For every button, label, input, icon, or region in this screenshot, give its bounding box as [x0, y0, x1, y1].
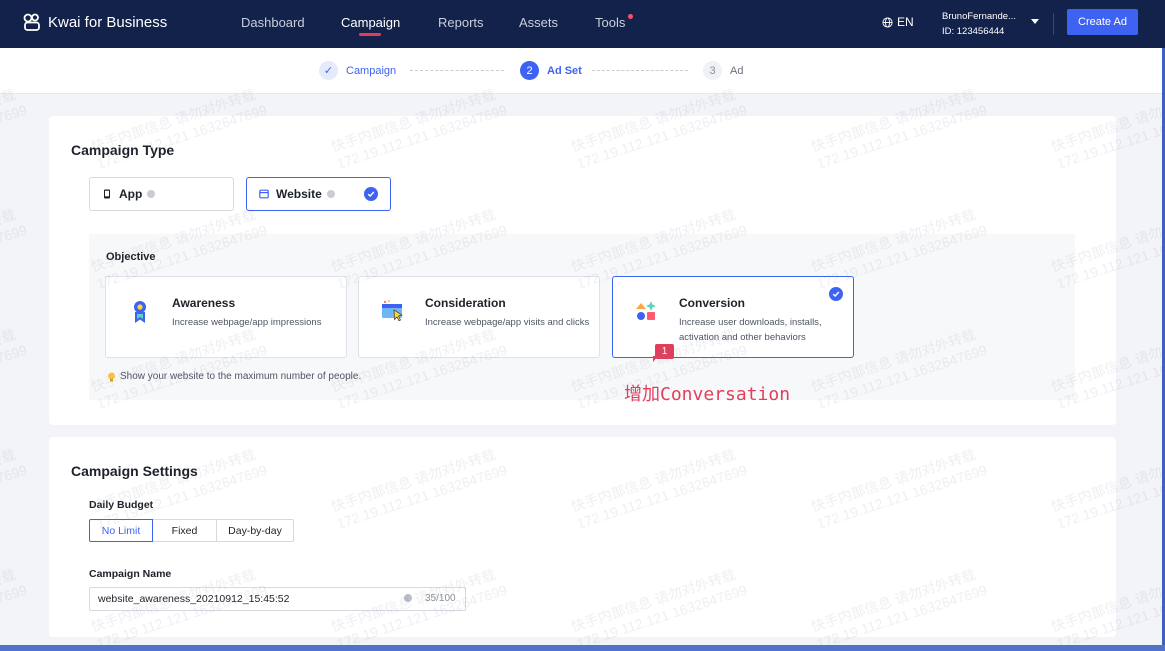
language-label: EN — [897, 15, 914, 29]
clear-icon[interactable] — [404, 594, 412, 602]
budget-day-by-day-button[interactable]: Day-by-day — [216, 519, 294, 542]
watermark-text: 快手内部信息 请勿对外转载172.19.112.121 1632647699 — [0, 86, 29, 171]
step-label: Campaign — [346, 64, 397, 77]
info-icon[interactable] — [147, 190, 156, 198]
awareness-badge-icon — [134, 301, 146, 323]
type-app-label: App — [119, 187, 143, 201]
create-ad-button[interactable]: Create Ad — [1067, 9, 1138, 35]
objective-awareness[interactable]: Awareness Increase webpage/app impressio… — [105, 276, 347, 358]
step-number: 3 — [703, 61, 722, 80]
nav-reports[interactable]: Reports — [438, 15, 484, 30]
nav-dashboard[interactable]: Dashboard — [241, 15, 305, 30]
campaign-name-value: website_awareness_20210912_15:45:52 — [98, 593, 290, 605]
conversion-shapes-icon — [636, 301, 656, 320]
nav-campaign[interactable]: Campaign — [341, 15, 400, 30]
step-label: Ad Set — [547, 64, 582, 77]
watermark-text: 快手内部信息 请勿对外转载172.19.112.121 1632647699 — [0, 566, 29, 651]
annotation-pointer — [653, 356, 658, 362]
step-campaign[interactable]: ✓ Campaign — [319, 61, 396, 80]
campaign-name-label: Campaign Name — [89, 568, 172, 580]
type-website-label: Website — [276, 187, 322, 201]
selected-check-icon — [364, 187, 378, 201]
lightbulb-icon — [108, 372, 115, 381]
user-menu[interactable]: BrunoFernande... ID: 123456444 — [942, 9, 1016, 39]
webpage-icon — [259, 189, 269, 199]
campaign-type-title: Campaign Type — [71, 142, 175, 158]
objective-consideration[interactable]: Consideration Increase webpage/app visit… — [358, 276, 600, 358]
tools-notification-dot — [628, 14, 633, 19]
objective-label: Objective — [106, 251, 156, 263]
consideration-cursor-icon — [382, 299, 403, 322]
kwai-logo-icon — [23, 13, 40, 31]
check-icon: ✓ — [319, 61, 338, 80]
objective-conversion[interactable]: Conversion Increase user downloads, inst… — [612, 276, 854, 358]
chevron-down-icon[interactable] — [1031, 19, 1039, 24]
budget-no-limit-button[interactable]: No Limit — [89, 519, 153, 542]
step-number: 2 — [520, 61, 539, 80]
objective-title: Consideration — [425, 296, 506, 310]
budget-fixed-button[interactable]: Fixed — [152, 519, 217, 542]
step-connector — [592, 70, 688, 71]
phone-icon — [104, 189, 110, 199]
objective-description: Increase webpage/app impressions — [172, 317, 322, 328]
type-app-option[interactable]: App — [89, 177, 234, 211]
annotation-text: 增加Conversation — [624, 384, 791, 405]
watermark-text: 快手内部信息 请勿对外转载172.19.112.121 1632647699 — [0, 326, 29, 411]
watermark-text: 快手内部信息 请勿对外转载172.19.112.121 1632647699 — [0, 206, 29, 291]
objective-description: Increase webpage/app visits and clicks — [425, 317, 590, 328]
language-switch[interactable]: EN — [882, 15, 914, 29]
step-ad[interactable]: 3 Ad — [703, 61, 743, 80]
objective-title: Conversion — [679, 296, 746, 310]
daily-budget-label: Daily Budget — [89, 499, 154, 511]
name-char-counter: 35/100 — [425, 593, 456, 604]
campaign-settings-title: Campaign Settings — [71, 463, 198, 479]
step-bar: ✓ Campaign 2 Ad Set 3 Ad — [0, 48, 1165, 94]
top-nav: Kwai for Business Dashboard Campaign Rep… — [0, 0, 1165, 48]
objective-tip: Show your website to the maximum number … — [107, 371, 361, 382]
brand[interactable]: Kwai for Business — [22, 12, 167, 32]
user-name: BrunoFernande... — [942, 11, 1016, 22]
objective-title: Awareness — [172, 296, 236, 310]
brand-name: Kwai for Business — [48, 13, 168, 31]
active-nav-indicator — [359, 33, 381, 36]
tip-text: Show your website to the maximum number … — [120, 371, 362, 382]
nav-divider — [1053, 13, 1054, 35]
selection-border-bottom — [0, 645, 1165, 651]
step-ad-set[interactable]: 2 Ad Set — [520, 61, 582, 80]
objective-description: Increase user downloads, installs, activ… — [679, 317, 822, 343]
selected-check-icon — [829, 287, 843, 301]
nav-assets[interactable]: Assets — [519, 15, 558, 30]
nav-tools[interactable]: Tools — [595, 15, 625, 30]
daily-budget-selector: No Limit Fixed Day-by-day — [89, 519, 294, 542]
step-connector — [410, 70, 504, 71]
info-icon[interactable] — [326, 190, 335, 198]
user-id: ID: 123456444 — [942, 26, 1005, 37]
globe-icon — [882, 16, 893, 28]
watermark-text: 快手内部信息 请勿对外转载172.19.112.121 1632647699 — [0, 446, 29, 531]
step-label: Ad — [730, 64, 744, 77]
